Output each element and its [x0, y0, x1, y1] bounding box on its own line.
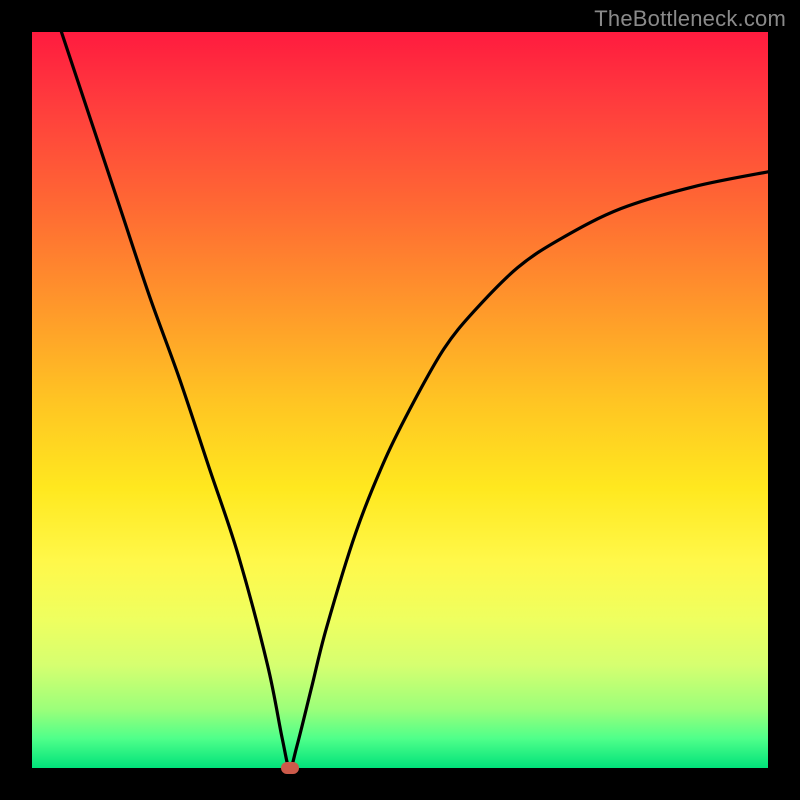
watermark-text: TheBottleneck.com — [594, 6, 786, 32]
minimum-marker — [281, 762, 299, 774]
chart-frame: TheBottleneck.com — [0, 0, 800, 800]
bottleneck-curve — [32, 32, 768, 768]
plot-area — [32, 32, 768, 768]
